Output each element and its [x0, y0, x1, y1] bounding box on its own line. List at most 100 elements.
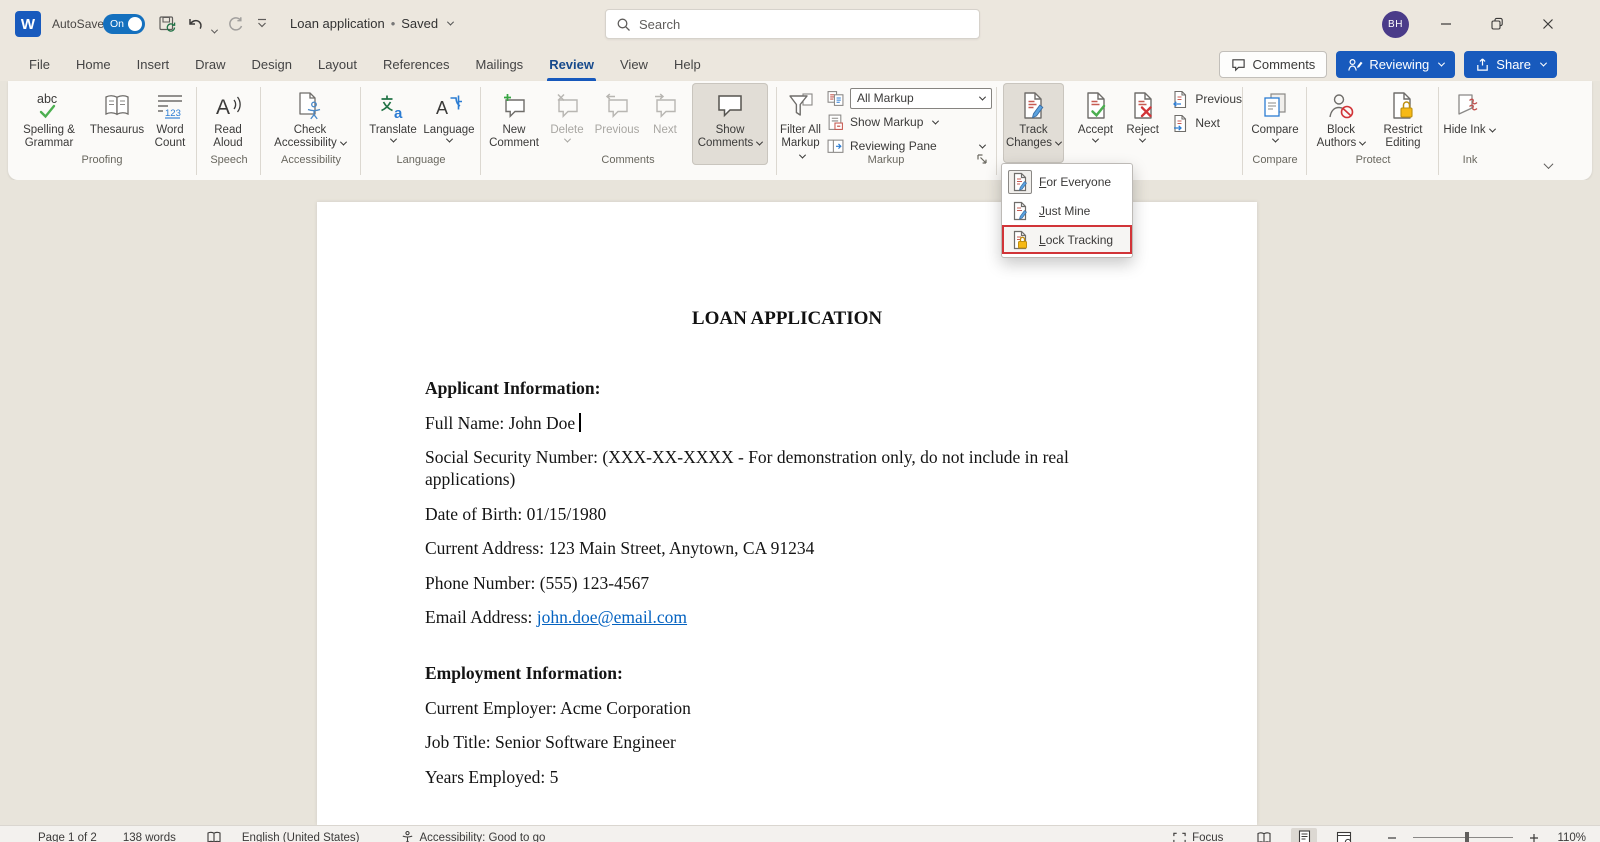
filter-markup-icon [786, 88, 816, 124]
tab-file[interactable]: File [16, 48, 63, 81]
delete-comment-button[interactable]: Delete [544, 83, 590, 165]
zoom-level[interactable]: 110% [1557, 832, 1586, 842]
previous-comment-button[interactable]: Previous [590, 83, 644, 165]
tab-layout[interactable]: Layout [305, 48, 370, 81]
comment-bubble-icon [1231, 57, 1246, 72]
block-authors-label: Block Authors [1316, 124, 1357, 149]
all-markup-icon [827, 90, 844, 107]
track-changes-menu: For Everyone Just Mine Lock Tracking [1001, 163, 1133, 258]
tab-draw[interactable]: Draw [182, 48, 238, 81]
autosave-toggle[interactable]: On [103, 14, 145, 34]
zoom-in-button[interactable] [1521, 828, 1547, 842]
chevron-down-icon [389, 135, 397, 143]
tab-help[interactable]: Help [661, 48, 714, 81]
read-mode-button[interactable] [1251, 828, 1277, 842]
minimize-button[interactable] [1427, 9, 1465, 39]
word-count-indicator[interactable]: 138 words [123, 832, 176, 842]
show-comments-button[interactable]: Show Comments [692, 83, 768, 165]
filter-all-markup-button[interactable]: Filter All Markup [780, 83, 821, 165]
page-indicator[interactable]: Page 1 of 2 [38, 832, 97, 842]
svg-text:123: 123 [165, 108, 181, 119]
tab-references[interactable]: References [370, 48, 462, 81]
print-layout-button[interactable] [1291, 827, 1318, 842]
markup-dialog-launcher-icon[interactable] [976, 153, 988, 165]
minimize-icon [1441, 23, 1451, 25]
group-label-ink: Ink [1462, 154, 1478, 166]
tab-design[interactable]: Design [239, 48, 305, 81]
reviewing-button[interactable]: Reviewing [1336, 51, 1456, 78]
read-aloud-button[interactable]: A Read Aloud [200, 83, 256, 165]
zoom-slider-thumb[interactable] [1465, 831, 1470, 842]
tab-mailings[interactable]: Mailings [463, 48, 537, 81]
search-placeholder: Search [639, 16, 681, 32]
track-changes-label: Track Changes [1005, 124, 1052, 149]
group-label-proofing: Proofing [81, 154, 123, 166]
tab-home[interactable]: Home [63, 48, 124, 81]
undo-icon[interactable] [186, 15, 206, 34]
translate-button[interactable]: a Translate [364, 83, 422, 165]
group-label-comments: Comments [601, 154, 655, 166]
hide-ink-button[interactable]: Hide Ink [1442, 83, 1496, 165]
spelling-grammar-button[interactable]: abc Spelling & Grammar [10, 83, 88, 165]
focus-button[interactable]: Focus [1172, 831, 1223, 842]
share-button[interactable]: Share [1464, 51, 1557, 78]
redo-icon[interactable] [226, 15, 246, 34]
menu-item-lock-tracking[interactable]: Lock Tracking [1002, 225, 1132, 254]
status-bar: Page 1 of 2 138 words English (United St… [0, 825, 1600, 842]
account-avatar[interactable]: BH [1382, 11, 1409, 38]
word-count-button[interactable]: 123 Word Count [146, 83, 194, 165]
save-icon[interactable] [158, 15, 177, 34]
restrict-editing-button[interactable]: Restrict Editing [1372, 83, 1434, 165]
thesaurus-button[interactable]: Thesaurus [88, 83, 146, 165]
email-link[interactable]: john.doe@email.com [537, 607, 687, 627]
accept-button[interactable]: Accept [1072, 83, 1119, 165]
language-button[interactable]: A Language [422, 83, 476, 165]
show-markup-button[interactable]: Show Markup [827, 110, 992, 134]
group-language: a Translate A Language Language [364, 83, 478, 169]
proofing-status-icon[interactable] [206, 830, 222, 842]
chevron-down-icon [563, 135, 571, 143]
comments-button[interactable]: Comments [1219, 51, 1328, 78]
document-page[interactable]: LOAN APPLICATION Applicant Information: … [317, 202, 1257, 825]
zoom-out-button[interactable] [1379, 828, 1405, 842]
accessibility-status[interactable]: Accessibility: Good to go [400, 830, 545, 842]
block-authors-button[interactable]: Block Authors [1310, 83, 1372, 165]
undo-menu-chevron-icon[interactable] [208, 21, 219, 39]
tab-review[interactable]: Review [536, 48, 607, 81]
language-indicator[interactable]: English (United States) [242, 832, 360, 842]
display-for-review-select[interactable]: All Markup [850, 87, 992, 109]
new-comment-button[interactable]: New Comment [484, 83, 544, 165]
svg-text:a: a [394, 105, 403, 121]
tab-view[interactable]: View [607, 48, 661, 81]
previous-change-icon [1170, 90, 1189, 109]
print-layout-icon [1298, 830, 1310, 842]
menu-item-just-mine[interactable]: Just Mine [1002, 196, 1132, 225]
restore-button[interactable] [1478, 9, 1516, 39]
track-changes-button[interactable]: Track Changes [1003, 83, 1064, 163]
collapse-ribbon-icon[interactable] [1541, 156, 1554, 174]
ribbon-review: abc Spelling & Grammar Thesaurus 123 Wor… [8, 81, 1592, 180]
next-change-button[interactable]: Next [1170, 111, 1242, 135]
read-aloud-icon: A [213, 88, 243, 124]
document-title-menu[interactable]: Loan application • Saved [290, 16, 455, 31]
change-nav-column: Previous Next [1170, 83, 1242, 135]
reviewing-pane-icon [827, 138, 844, 155]
menu-item-for-everyone[interactable]: For Everyone [1002, 167, 1132, 196]
search-input[interactable]: Search [605, 9, 980, 39]
tab-insert[interactable]: Insert [124, 48, 183, 81]
focus-label: Focus [1192, 831, 1224, 842]
doc-line-dob: Date of Birth: 01/15/1980 [425, 503, 607, 524]
reject-button[interactable]: Reject [1121, 83, 1164, 165]
customize-toolbar-icon[interactable] [255, 15, 269, 31]
close-button[interactable] [1529, 9, 1567, 39]
compare-button[interactable]: Compare [1246, 83, 1304, 165]
zoom-slider[interactable] [1413, 831, 1514, 842]
accessibility-person-icon [400, 830, 415, 842]
chevron-down-icon [978, 93, 987, 101]
web-layout-button[interactable] [1331, 828, 1357, 842]
previous-change-button[interactable]: Previous [1170, 87, 1242, 111]
check-accessibility-button[interactable]: Check Accessibility [264, 83, 356, 165]
autosave-state: On [110, 18, 125, 30]
next-comment-button[interactable]: Next [644, 83, 686, 165]
group-label-speech: Speech [210, 154, 248, 166]
